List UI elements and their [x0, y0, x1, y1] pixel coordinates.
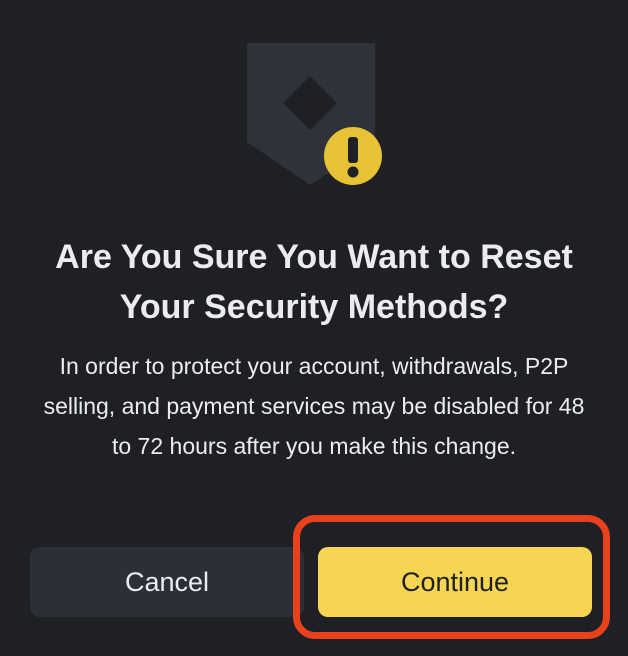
dialog-title: Are You Sure You Want to Reset Your Secu…: [55, 238, 573, 326]
continue-button[interactable]: Continue: [318, 547, 592, 617]
dialog-message: In order to protect your account, withdr…: [43, 353, 585, 459]
security-hero-illustration: [244, 40, 386, 190]
cancel-button-label: Cancel: [124, 566, 210, 597]
cancel-button[interactable]: Cancel: [30, 547, 304, 617]
continue-button-label: Continue: [400, 566, 510, 597]
reset-security-dialog: Are You Sure You Want to Reset Your Secu…: [0, 0, 628, 656]
warning-icon: [324, 127, 382, 185]
shield-icon: [247, 43, 382, 185]
